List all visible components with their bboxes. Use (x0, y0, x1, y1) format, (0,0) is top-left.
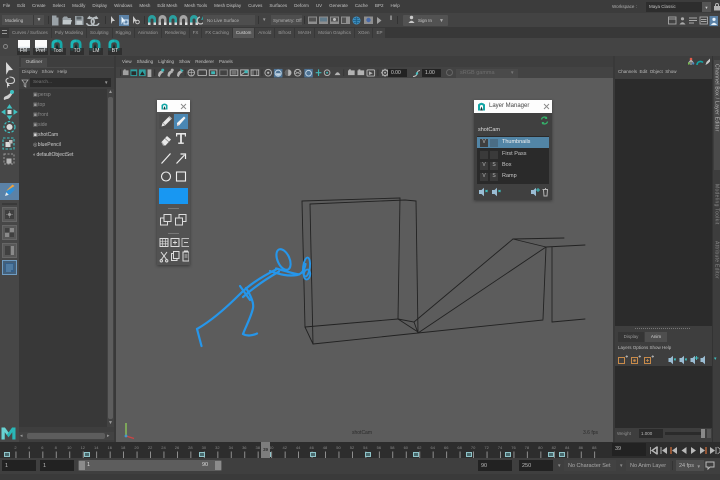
svg-text:44: 44 (296, 445, 301, 450)
svg-text:42: 42 (282, 445, 287, 450)
svg-text:56: 56 (377, 445, 382, 450)
svg-text:10: 10 (67, 445, 72, 450)
svg-text:20: 20 (134, 445, 139, 450)
svg-text:80: 80 (538, 445, 543, 450)
svg-text:66: 66 (444, 445, 449, 450)
svg-text:84: 84 (565, 445, 570, 450)
svg-text:6: 6 (41, 445, 44, 450)
svg-text:50: 50 (336, 445, 341, 450)
svg-text:74: 74 (498, 445, 503, 450)
svg-text:52: 52 (350, 445, 355, 450)
svg-text:18: 18 (121, 445, 126, 450)
svg-text:46: 46 (309, 445, 314, 450)
svg-text:28: 28 (188, 445, 193, 450)
svg-text:68: 68 (457, 445, 462, 450)
svg-text:36: 36 (242, 445, 247, 450)
svg-text:60: 60 (404, 445, 409, 450)
svg-text:2: 2 (14, 445, 17, 450)
svg-text:24: 24 (161, 445, 166, 450)
svg-text:34: 34 (229, 445, 234, 450)
svg-text:62: 62 (417, 445, 422, 450)
svg-text:16: 16 (107, 445, 112, 450)
svg-text:78: 78 (525, 445, 530, 450)
svg-text:4: 4 (28, 445, 31, 450)
svg-text:86: 86 (579, 445, 584, 450)
svg-text:58: 58 (390, 445, 395, 450)
svg-text:82: 82 (552, 445, 557, 450)
svg-text:12: 12 (81, 445, 86, 450)
svg-text:26: 26 (175, 445, 180, 450)
svg-text:76: 76 (511, 445, 516, 450)
svg-text:8: 8 (55, 445, 58, 450)
svg-text:38: 38 (255, 445, 260, 450)
svg-text:54: 54 (363, 445, 368, 450)
svg-text:32: 32 (215, 445, 220, 450)
svg-text:30: 30 (202, 445, 207, 450)
svg-text:88: 88 (592, 445, 597, 450)
svg-text:48: 48 (323, 445, 328, 450)
svg-text:70: 70 (471, 445, 476, 450)
svg-text:64: 64 (430, 445, 435, 450)
svg-text:22: 22 (148, 445, 153, 450)
svg-text:72: 72 (484, 445, 489, 450)
svg-text:14: 14 (94, 445, 99, 450)
